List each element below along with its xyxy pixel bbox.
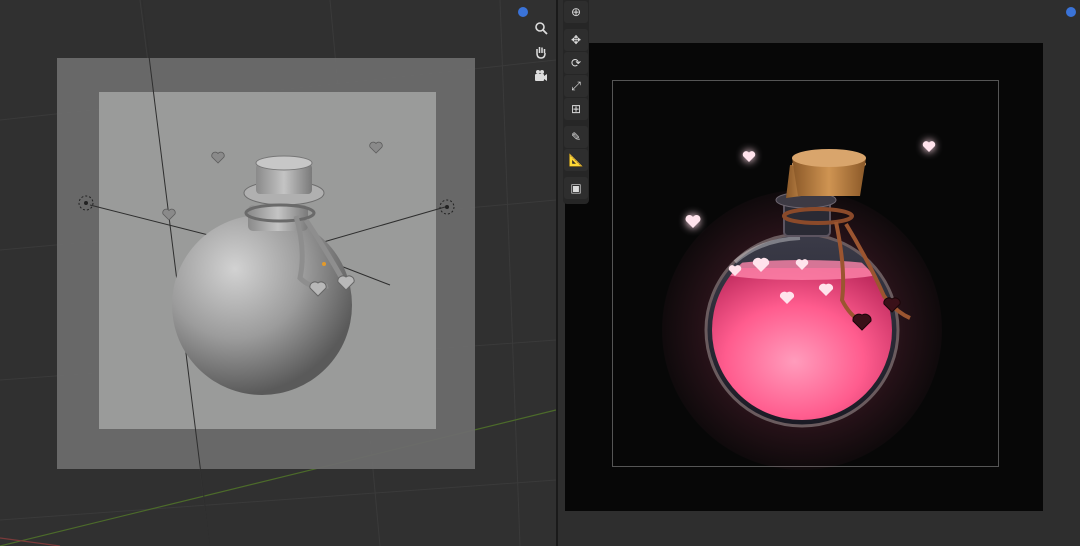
- camera-view-icon[interactable]: [531, 66, 551, 86]
- cursor-tool-icon[interactable]: ⊕: [564, 1, 588, 23]
- tool-shelf: ⊕ ✥ ⟳ ⤢ ⊞ ✎ 📐 ▣: [563, 0, 589, 204]
- transform-tool-icon[interactable]: ⊞: [564, 98, 588, 120]
- measure-tool-icon[interactable]: 📐: [564, 149, 588, 171]
- heart-shape: [369, 141, 383, 154]
- heart-shape: [211, 151, 225, 164]
- potion-bottle-solid[interactable]: [172, 155, 355, 395]
- annotate-tool-icon[interactable]: ✎: [564, 126, 588, 148]
- camera-border: [612, 80, 999, 467]
- viewport-gizmo-axis-dot[interactable]: [518, 7, 528, 17]
- navigation-gizmo: [531, 18, 551, 86]
- heart-shape: [162, 208, 176, 221]
- left-light-gizmo[interactable]: [78, 195, 94, 211]
- zoom-icon[interactable]: [531, 18, 551, 38]
- left-3d-viewport[interactable]: [0, 0, 556, 546]
- pan-hand-icon[interactable]: [531, 42, 551, 62]
- add-cube-tool-icon[interactable]: ▣: [564, 177, 588, 199]
- viewport-gizmo-axis-dot-right[interactable]: [1066, 7, 1076, 17]
- solid-mode-scene: [78, 0, 455, 546]
- right-light-gizmo[interactable]: [439, 199, 455, 215]
- rotate-tool-icon[interactable]: ⟳: [564, 52, 588, 74]
- scale-tool-icon[interactable]: ⤢: [564, 75, 588, 97]
- move-tool-icon[interactable]: ✥: [564, 29, 588, 51]
